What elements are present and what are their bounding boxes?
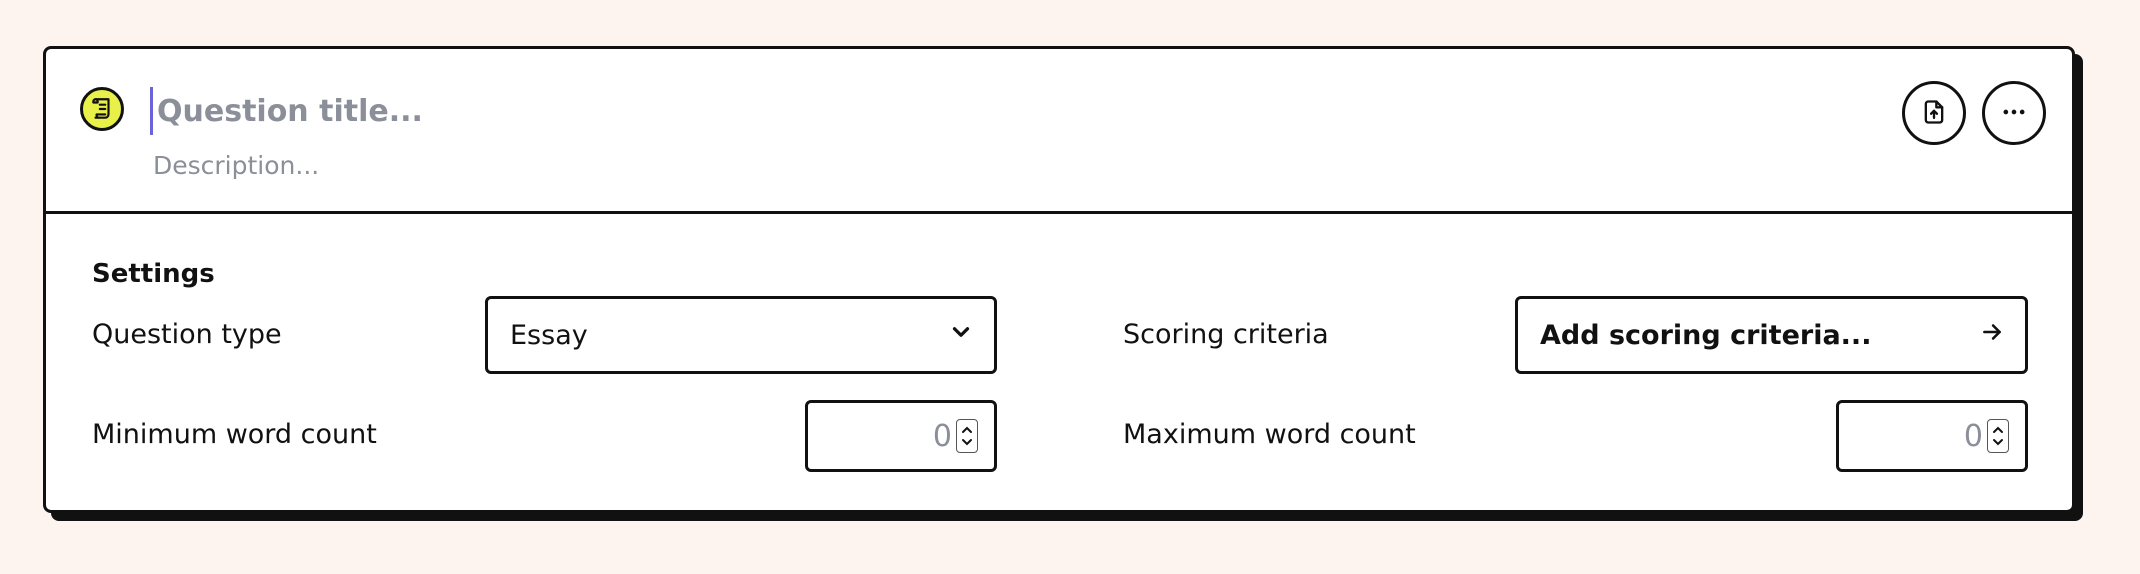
- question-description-input[interactable]: [153, 145, 1253, 185]
- maximum-word-count-value: 0: [1963, 418, 1983, 454]
- question-type-label: Question type: [92, 319, 282, 350]
- maximum-word-count-label: Maximum word count: [1123, 419, 1416, 450]
- scroll-icon: [80, 87, 124, 131]
- export-file-button[interactable]: [1902, 81, 1966, 145]
- question-header: [46, 49, 2072, 214]
- maximum-word-count-stepper[interactable]: [1987, 419, 2009, 453]
- more-horizontal-icon: [2000, 98, 2028, 129]
- question-title-input[interactable]: [150, 87, 1257, 135]
- question-type-value: Essay: [510, 319, 588, 351]
- question-card: Settings Question type Essay Scoring cri…: [43, 46, 2075, 513]
- scoring-criteria-button-label: Add scoring criteria...: [1540, 319, 1872, 351]
- settings-heading: Settings: [92, 259, 215, 289]
- arrow-right-icon: [1979, 319, 2005, 352]
- question-type-select[interactable]: Essay: [485, 296, 997, 374]
- maximum-word-count-input[interactable]: 0: [1836, 400, 2028, 472]
- chevron-down-icon: [948, 319, 974, 352]
- minimum-word-count-label: Minimum word count: [92, 419, 377, 450]
- scoring-criteria-label: Scoring criteria: [1123, 319, 1329, 350]
- minimum-word-count-stepper[interactable]: [956, 419, 978, 453]
- minimum-word-count-value: 0: [932, 418, 952, 454]
- file-upload-icon: [1920, 98, 1948, 129]
- add-scoring-criteria-button[interactable]: Add scoring criteria...: [1515, 296, 2028, 374]
- minimum-word-count-input[interactable]: 0: [805, 400, 997, 472]
- more-options-button[interactable]: [1982, 81, 2046, 145]
